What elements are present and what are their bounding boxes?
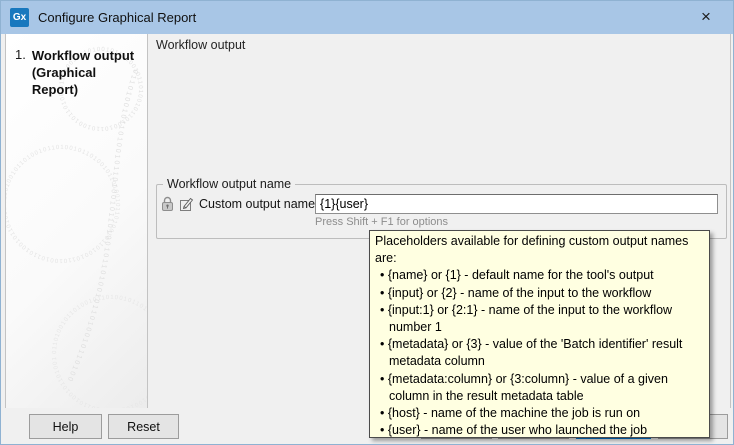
tooltip-item: {metadata:column} or {3:column} - value … [388,371,705,405]
step-label-line1: Workflow output [31,48,135,63]
window-title: Configure Graphical Report [38,10,197,25]
close-icon[interactable]: × [695,6,717,28]
group-title: Workflow output name [167,177,292,191]
app-gx-icon: Gx [10,8,29,27]
tooltip-item: {input} or {2} - name of the input to th… [388,285,705,302]
help-button[interactable]: Help [29,414,102,439]
custom-output-name-input[interactable] [315,194,718,214]
custom-output-name-row: Custom output name Press Shift + F1 for … [161,194,718,228]
tooltip-item: {metadata} or {3} - value of the 'Batch … [388,336,705,370]
edit-pencil-icon [179,197,194,212]
configure-graphical-report-dialog: Gx Configure Graphical Report × 01101001… [0,0,734,445]
step-label: Workflow output (Graphical Report) [32,47,143,98]
lock-icon [161,196,174,212]
wizard-steps-sidebar: 0110100101101001011010010110100101101001… [5,34,148,409]
tooltip-item: {input:1} or {2:1} - name of the input t… [388,302,705,336]
panel-title: Workflow output [156,38,246,52]
reset-button[interactable]: Reset [108,414,179,439]
titlebar: Gx Configure Graphical Report × [1,1,733,34]
custom-output-name-label: Custom output name [199,197,316,211]
field-input-area: Press Shift + F1 for options [315,194,718,228]
tooltip-title: Placeholders available for defining cust… [375,234,689,266]
step-label-line2: (Graphical Report) [31,65,97,97]
tooltip-item: {host} - name of the machine the job is … [388,405,705,422]
placeholders-tooltip: Placeholders available for defining cust… [369,230,710,438]
step-number: 1. [15,47,26,62]
tooltip-item: {user} - name of the user who launched t… [388,422,705,437]
tooltip-item: {name} or {1} - default name for the too… [388,267,705,284]
field-label-area: Custom output name [161,194,315,212]
tooltip-list: {name} or {1} - default name for the too… [375,267,705,437]
shift-f1-hint: Press Shift + F1 for options [315,216,449,228]
wizard-step-workflow-output[interactable]: 1. Workflow output (Graphical Report) [6,34,147,98]
